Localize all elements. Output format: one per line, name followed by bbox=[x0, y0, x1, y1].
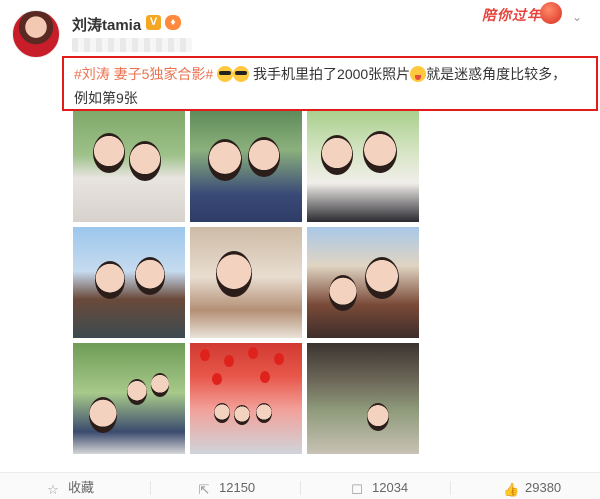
tongue-emoji-icon bbox=[410, 66, 427, 82]
photo-5[interactable] bbox=[190, 227, 302, 338]
member-level-icon: ♦ bbox=[165, 15, 181, 30]
post-text-1: 我手机里拍了2000张照片 bbox=[253, 66, 411, 82]
photo-7[interactable] bbox=[73, 343, 185, 454]
photo-1[interactable] bbox=[73, 111, 185, 222]
verified-icon: V bbox=[146, 15, 161, 30]
star-icon: ☆ bbox=[47, 482, 59, 497]
sunglasses-emoji-icon bbox=[217, 66, 234, 82]
photo-2[interactable] bbox=[190, 111, 302, 222]
photo-3[interactable] bbox=[307, 111, 419, 222]
hashtag-link[interactable]: #刘涛 妻子5独家合影# bbox=[74, 66, 213, 82]
post-meta-blurred bbox=[72, 38, 192, 52]
photo-9[interactable] bbox=[307, 343, 419, 454]
avatar[interactable] bbox=[12, 10, 60, 58]
photo-grid bbox=[73, 111, 419, 457]
like-count: 29380 bbox=[525, 480, 562, 495]
photo-4[interactable] bbox=[73, 227, 185, 338]
repost-icon: ⇱ bbox=[198, 482, 210, 497]
divider bbox=[300, 481, 301, 495]
photo-6[interactable] bbox=[307, 227, 419, 338]
comment-button[interactable]: ☐ 12034 bbox=[350, 479, 408, 497]
comment-icon: ☐ bbox=[351, 482, 363, 497]
post-text-3: 例如第9张 bbox=[74, 90, 138, 106]
action-bar: ☆ 收藏 ⇱ 12150 ☐ 12034 👍 29380 bbox=[0, 472, 600, 499]
post-text-highlighted: #刘涛 妻子5独家合影# 我手机里拍了2000张照片 就是迷惑角度比较多， 例如第… bbox=[62, 56, 598, 111]
favorite-label: 收藏 bbox=[68, 480, 95, 495]
chevron-down-icon[interactable]: ⌄ bbox=[572, 10, 582, 24]
divider bbox=[150, 481, 151, 495]
post-text-2: 就是迷惑角度比较多， bbox=[426, 66, 567, 82]
author-name[interactable]: 刘涛tamia bbox=[72, 14, 141, 35]
favorite-button[interactable]: ☆ 收藏 bbox=[46, 479, 94, 497]
like-icon: 👍 bbox=[503, 482, 520, 497]
promo-text: 陪你过年 bbox=[482, 7, 542, 23]
photo-8[interactable] bbox=[190, 343, 302, 454]
promo-decoration-icon bbox=[540, 2, 562, 24]
divider bbox=[450, 481, 451, 495]
sunglasses-emoji-icon bbox=[233, 66, 250, 82]
comment-count: 12034 bbox=[372, 480, 409, 495]
repost-count: 12150 bbox=[219, 480, 256, 495]
like-button[interactable]: 👍 29380 bbox=[503, 479, 561, 497]
repost-button[interactable]: ⇱ 12150 bbox=[197, 479, 256, 497]
